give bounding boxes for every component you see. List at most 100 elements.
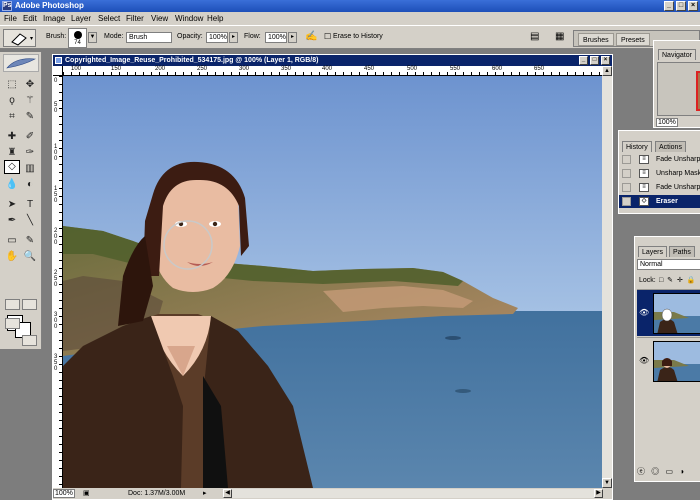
history-item-label: Fade Unsharp (656, 156, 700, 163)
adobe-feather-icon[interactable] (3, 54, 39, 72)
palette-tab-presets[interactable]: Presets (616, 33, 650, 46)
layer-row-background[interactable]: 👁 (637, 337, 700, 384)
jump-to-imageready-icon[interactable] (22, 335, 37, 346)
tab-paths[interactable]: Paths (669, 246, 695, 257)
ruler-h-label: 450 (364, 66, 375, 72)
visibility-eye-icon[interactable]: 👁 (639, 356, 649, 365)
menu-image[interactable]: Image (43, 12, 65, 25)
scroll-right-icon[interactable]: ▶ (594, 489, 603, 498)
toggle-palettes-icon[interactable]: ▦ (555, 26, 564, 48)
magic-wand-tool-icon[interactable]: ⚚ (22, 94, 38, 108)
standard-mode-icon[interactable] (5, 299, 20, 310)
history-brush-source-checkbox[interactable] (622, 197, 631, 206)
horizontal-ruler[interactable]: 100 150 200 250 300 350 400 450 500 550 … (63, 66, 602, 76)
history-brush-source-checkbox[interactable] (622, 169, 631, 178)
ruler-h-label: 150 (111, 66, 122, 72)
type-tool-icon[interactable]: T (22, 198, 38, 212)
doc-minimize-button[interactable]: _ (579, 56, 588, 65)
menu-filter[interactable]: Filter (126, 12, 144, 25)
scroll-left-icon[interactable]: ◀ (223, 489, 232, 498)
hand-tool-icon[interactable]: ✋ (4, 250, 20, 264)
gradient-tool-icon[interactable]: ▥ (22, 162, 38, 176)
quick-mask-mode-icon[interactable] (22, 299, 37, 310)
move-tool-icon[interactable]: ✥ (22, 78, 38, 92)
history-item[interactable]: ≡ Unsharp Mask (619, 167, 700, 180)
slice-tool-icon[interactable]: ✎ (22, 110, 38, 124)
layer-mask-icon[interactable]: ◎ (651, 467, 661, 476)
erase-to-history-checkbox[interactable]: ☐ (324, 26, 331, 48)
history-item[interactable]: ≡ Fade Unsharp (619, 153, 700, 166)
eraser-tool-icon[interactable]: ◇ (4, 160, 20, 174)
menu-file[interactable]: File (4, 12, 17, 25)
history-brush-source-checkbox[interactable] (622, 155, 631, 164)
layer-row-layer-1[interactable]: 👁 (637, 289, 700, 336)
minimize-button[interactable]: _ (664, 1, 674, 11)
palette-tab-brushes[interactable]: Brushes (578, 33, 614, 46)
menu-help[interactable]: Help (207, 12, 223, 25)
new-adjustment-layer-icon[interactable]: ◑ (679, 467, 686, 476)
status-info-icon[interactable]: ▣ (83, 488, 90, 499)
scroll-down-icon[interactable]: ▼ (602, 478, 612, 488)
maximize-button[interactable]: □ (676, 1, 686, 11)
tool-preset-picker[interactable] (3, 29, 36, 47)
vertical-ruler[interactable]: 0 5 0 1 0 0 1 5 0 2 0 0 2 5 0 3 0 0 3 5 … (53, 76, 63, 488)
menu-layer[interactable]: Layer (71, 12, 91, 25)
vertical-scrollbar[interactable]: ▲ ▼ (602, 66, 612, 488)
dodge-tool-icon[interactable]: ◐ (22, 178, 38, 192)
opacity-field[interactable]: 100% (206, 32, 228, 43)
scroll-up-icon[interactable]: ▲ (602, 66, 612, 76)
brush-picker[interactable]: 74 (68, 28, 87, 48)
navigator-thumbnail[interactable] (657, 62, 700, 116)
new-layer-set-icon[interactable]: ▭ (665, 467, 675, 476)
screen-mode-standard-icon[interactable] (5, 318, 20, 329)
history-brush-source-checkbox[interactable] (622, 183, 631, 192)
history-brush-tool-icon[interactable]: ✑ (22, 146, 38, 160)
mode-select[interactable]: Brush (126, 32, 172, 43)
file-browser-icon[interactable]: ▤ (530, 26, 539, 48)
pen-tool-icon[interactable]: ✒ (4, 214, 20, 228)
airbrush-icon[interactable]: ✍ (305, 26, 317, 48)
eyedropper-tool-icon[interactable]: ✎ (22, 234, 38, 248)
image-canvas[interactable] (63, 76, 602, 488)
navigator-view-box[interactable] (696, 71, 700, 111)
doc-maximize-button[interactable]: □ (590, 56, 599, 65)
history-item-selected[interactable]: ◇ Eraser (619, 195, 700, 208)
opacity-slider-arrow-icon[interactable]: ▸ (229, 32, 238, 43)
healing-brush-tool-icon[interactable]: ✚ (4, 130, 20, 144)
clone-stamp-tool-icon[interactable]: ♜ (4, 146, 20, 160)
flow-slider-arrow-icon[interactable]: ▸ (288, 32, 297, 43)
brush-tool-icon[interactable]: ✐ (22, 130, 38, 144)
menu-bar: File Edit Image Layer Select Filter View… (0, 12, 700, 25)
marquee-tool-icon[interactable]: ⬚ (4, 78, 20, 92)
menu-edit[interactable]: Edit (23, 12, 37, 25)
tab-layers[interactable]: Layers (638, 246, 668, 257)
close-button[interactable]: × (688, 1, 698, 11)
visibility-eye-icon[interactable]: 👁 (639, 308, 649, 317)
zoom-tool-icon[interactable]: 🔍 (22, 250, 38, 264)
horizontal-scrollbar[interactable]: ◀ ▶ (223, 489, 603, 498)
navigator-zoom-field[interactable]: 100% (656, 118, 678, 127)
tab-actions[interactable]: Actions (655, 141, 686, 152)
doc-close-button[interactable]: × (601, 56, 610, 65)
ruler-origin[interactable] (53, 66, 63, 76)
history-item[interactable]: ≡ Fade Unsharp (619, 181, 700, 194)
status-menu-arrow-icon[interactable]: ▸ (203, 488, 207, 499)
zoom-level-field[interactable]: 100% (53, 489, 75, 498)
flow-field[interactable]: 100% (265, 32, 287, 43)
menu-window[interactable]: Window (175, 12, 203, 25)
menu-view[interactable]: View (151, 12, 168, 25)
path-selection-tool-icon[interactable]: ➤ (4, 198, 20, 212)
tab-history[interactable]: History (622, 141, 652, 152)
blur-tool-icon[interactable]: 💧 (4, 178, 20, 192)
line-tool-icon[interactable]: ╲ (22, 214, 38, 228)
blend-mode-select[interactable]: Normal (637, 259, 700, 270)
ruler-h-label: 650 (534, 66, 545, 72)
menu-select[interactable]: Select (98, 12, 120, 25)
brush-dropdown-arrow-icon[interactable]: ▼ (88, 32, 97, 43)
notes-tool-icon[interactable]: ▭ (4, 234, 20, 248)
layer-style-icon[interactable]: ⓔ (637, 467, 647, 476)
lock-icons[interactable]: □ ✎ ✛ 🔒 (659, 276, 697, 286)
tab-navigator[interactable]: Navigator (658, 49, 696, 60)
crop-tool-icon[interactable]: ⌗ (4, 110, 20, 124)
lasso-tool-icon[interactable]: ϙ (4, 94, 20, 108)
